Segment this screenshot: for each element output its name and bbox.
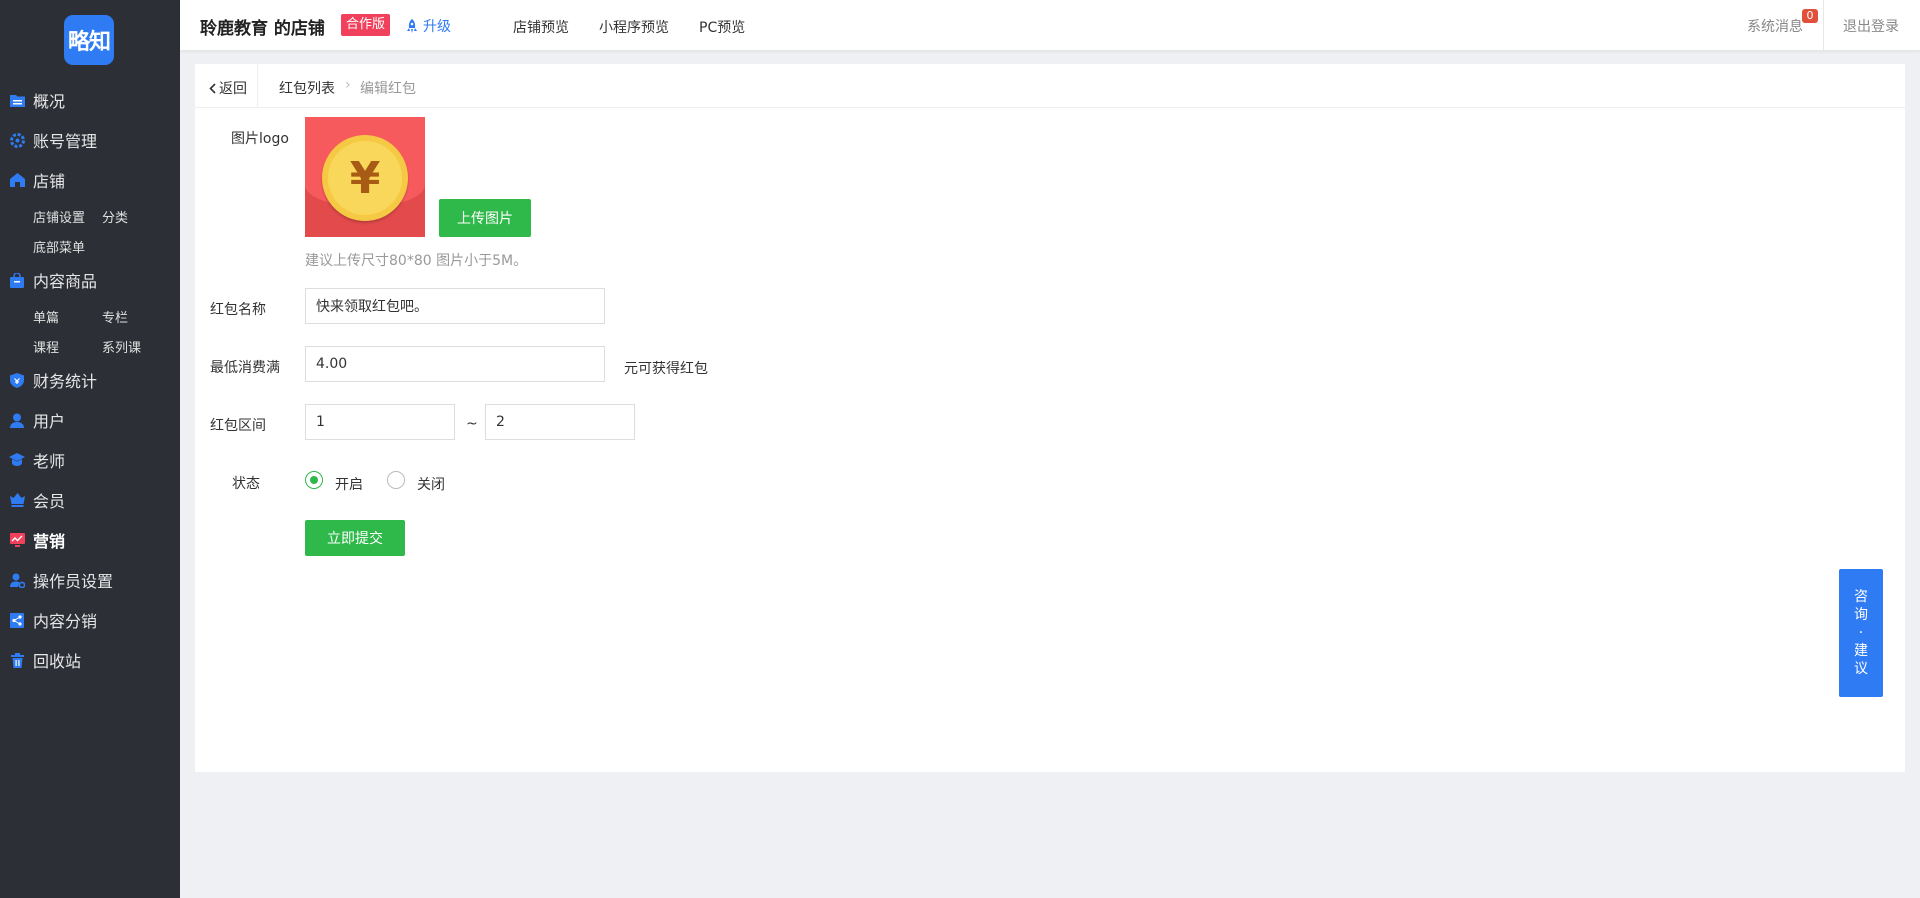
top-bar: 聆鹿教育 的店铺 合作版 升级 店铺预览 小程序预览 PC预览 系统消息 0 退… — [180, 0, 1920, 51]
gear-icon — [9, 132, 25, 148]
share-icon — [9, 612, 25, 628]
logout-link[interactable]: 退出登录 — [1843, 16, 1899, 36]
sidebar-item-label: 财务统计 — [33, 372, 98, 391]
shop-preview-link[interactable]: 店铺预览 — [513, 17, 569, 37]
sidebar-item-label: 内容商品 — [33, 272, 98, 291]
sidebar-sub-column[interactable]: 专栏 — [102, 307, 128, 326]
consult-char: 询 — [1854, 607, 1868, 623]
consult-suggest-button[interactable]: 咨 询 · 建 议 — [1839, 569, 1883, 697]
name-input[interactable]: 快来领取红包吧。 — [305, 288, 605, 324]
shield-icon — [9, 372, 25, 388]
sidebar-item-account[interactable]: 账号管理 — [0, 120, 180, 160]
sidebar-item-label: 营销 — [33, 532, 66, 551]
name-label: 红包名称 — [210, 302, 266, 318]
status-on-label[interactable]: 开启 — [335, 474, 363, 494]
consult-char: · — [1858, 625, 1864, 641]
chevron-left-icon — [209, 82, 216, 94]
content-card: 返回 红包列表 › 编辑红包 图片logo ¥ 上传图片 建议上传尺寸80*80… — [195, 64, 1905, 772]
sidebar-sub-series[interactable]: 系列课 — [102, 337, 141, 356]
upload-image-button[interactable]: 上传图片 — [439, 199, 531, 237]
min-spend-input[interactable]: 4.00 — [305, 346, 605, 382]
red-packet-logo-image: ¥ — [305, 117, 425, 237]
status-off-radio[interactable] — [387, 471, 405, 489]
upload-hint: 建议上传尺寸80*80 图片小于5M。 — [305, 253, 528, 269]
sidebar-item-label: 会员 — [33, 492, 66, 511]
range-min-input[interactable]: 1 — [305, 404, 455, 440]
yuan-icon: ¥ — [328, 141, 402, 215]
rocket-icon — [407, 19, 417, 33]
sidebar-item-marketing[interactable]: 营销 — [0, 520, 180, 560]
sidebar-item-label: 回收站 — [33, 652, 82, 671]
sidebar-item-label: 用户 — [33, 412, 66, 431]
sidebar-item-users[interactable]: 用户 — [0, 400, 180, 440]
folder-icon — [9, 92, 25, 108]
vip-icon — [9, 492, 25, 508]
sidebar-item-overview[interactable]: 概况 — [0, 80, 180, 120]
upgrade-link[interactable]: 升级 — [406, 16, 451, 36]
sidebar-item-label: 概况 — [33, 92, 66, 111]
consult-char: 议 — [1854, 661, 1868, 677]
app-logo[interactable]: 略知 — [64, 15, 114, 65]
message-count-badge: 0 — [1802, 9, 1818, 23]
range-max-input[interactable]: 2 — [485, 404, 635, 440]
coin-icon: ¥ — [322, 135, 408, 221]
sidebar-item-operators[interactable]: 操作员设置 — [0, 560, 180, 600]
min-spend-suffix: 元可获得红包 — [624, 361, 708, 377]
home-icon — [9, 172, 25, 188]
submit-button[interactable]: 立即提交 — [305, 520, 405, 556]
user-gear-icon — [9, 572, 25, 588]
breadcrumb-current: 编辑红包 — [360, 81, 416, 97]
sidebar-item-label: 账号管理 — [33, 132, 98, 151]
sidebar: 略知 概况 账号管理 店铺 店铺设置 分类 底部菜单 内容商品 单篇 专栏 课程… — [0, 0, 180, 898]
sidebar-item-distribution[interactable]: 内容分销 — [0, 600, 180, 640]
breadcrumb-separator-icon: › — [345, 77, 351, 93]
status-on-radio[interactable] — [305, 471, 323, 489]
shop-name: 聆鹿教育 的店铺 — [200, 19, 325, 39]
back-button[interactable]: 返回 — [209, 78, 247, 98]
range-separator: ~ — [466, 416, 478, 432]
chart-icon — [9, 532, 25, 548]
back-label: 返回 — [219, 81, 247, 97]
breadcrumb-divider — [257, 64, 258, 107]
miniprogram-preview-link[interactable]: 小程序预览 — [599, 17, 669, 37]
pc-preview-link[interactable]: PC预览 — [699, 17, 745, 37]
edition-badge: 合作版 — [341, 14, 391, 36]
sidebar-item-label: 店铺 — [33, 172, 66, 191]
sidebar-sub-bottom-menu[interactable]: 底部菜单 — [33, 237, 85, 256]
bag-icon — [9, 272, 25, 288]
logo-label: 图片logo — [231, 131, 289, 147]
sidebar-item-label: 操作员设置 — [33, 572, 114, 591]
sidebar-item-shop[interactable]: 店铺 — [0, 160, 180, 200]
min-spend-label: 最低消费满 — [210, 360, 280, 376]
system-message-link[interactable]: 系统消息 — [1747, 16, 1803, 36]
consult-char: 咨 — [1854, 589, 1868, 605]
sidebar-item-teachers[interactable]: 老师 — [0, 440, 180, 480]
topbar-divider — [1823, 0, 1824, 50]
status-off-label[interactable]: 关闭 — [417, 474, 445, 494]
sidebar-item-content[interactable]: 内容商品 — [0, 260, 180, 300]
sidebar-item-finance[interactable]: 财务统计 — [0, 360, 180, 400]
upgrade-label: 升级 — [423, 19, 451, 35]
sidebar-sub-course[interactable]: 课程 — [33, 337, 59, 356]
sidebar-item-members[interactable]: 会员 — [0, 480, 180, 520]
sidebar-sub-single[interactable]: 单篇 — [33, 307, 59, 326]
status-label: 状态 — [232, 476, 260, 492]
user-icon — [9, 412, 25, 428]
breadcrumb: 返回 红包列表 › 编辑红包 — [195, 64, 1905, 108]
range-label: 红包区间 — [210, 418, 266, 434]
sidebar-sub-shop-settings[interactable]: 店铺设置 — [33, 207, 85, 226]
sidebar-item-label: 老师 — [33, 452, 66, 471]
graduation-cap-icon — [9, 452, 25, 468]
consult-char: 建 — [1854, 643, 1868, 659]
sidebar-item-recycle-bin[interactable]: 回收站 — [0, 640, 180, 680]
breadcrumb-list-link[interactable]: 红包列表 — [279, 78, 335, 98]
sidebar-item-label: 内容分销 — [33, 612, 98, 631]
trash-icon — [9, 652, 25, 668]
sidebar-sub-category[interactable]: 分类 — [102, 207, 128, 226]
